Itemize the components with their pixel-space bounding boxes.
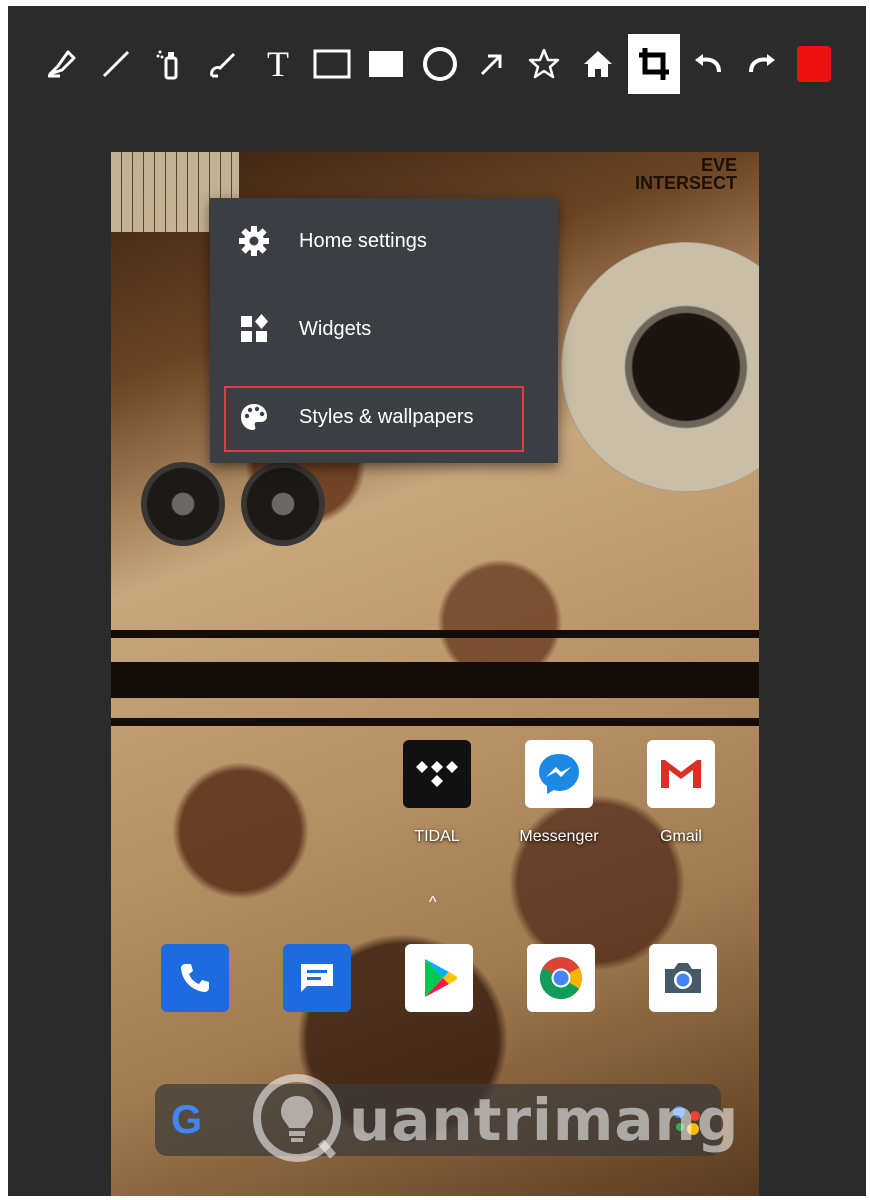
menu-item-home-settings[interactable]: Home settings (210, 200, 558, 282)
widgets-icon (233, 308, 275, 350)
dock-app-chrome[interactable] (521, 944, 601, 1012)
app-gmail[interactable]: Gmail (641, 740, 721, 846)
highlight-box (224, 386, 524, 452)
wallpaper-stripe (111, 630, 759, 638)
redo-icon[interactable] (738, 34, 786, 94)
tidal-icon (403, 740, 471, 808)
brush-icon[interactable] (198, 34, 246, 94)
watermark: uantrimang (251, 1070, 738, 1170)
wallpaper-stripe (111, 662, 759, 698)
dock-app-phone[interactable] (155, 944, 235, 1012)
wallpaper-text-line1: EVE (700, 155, 737, 175)
wallpaper-knob (241, 462, 325, 546)
annotation-toolbar: T (8, 6, 866, 116)
lightbulb-icon (251, 1072, 343, 1169)
app-label: Gmail (660, 828, 702, 845)
app-tidal[interactable]: TIDAL (397, 740, 477, 846)
gmail-icon (647, 740, 715, 808)
app-label: Messenger (519, 828, 599, 845)
dock-app-messages[interactable] (277, 944, 357, 1012)
chrome-icon (527, 944, 595, 1012)
wallpaper-dial (561, 242, 759, 492)
wallpaper-text-line2: INTERSECT (634, 173, 737, 193)
messages-icon (283, 944, 351, 1012)
phone-home-screen: EVE INTERSECT Home settings Widgets Styl… (111, 152, 759, 1196)
wallpaper-corner-text: EVE INTERSECT (635, 156, 737, 192)
spray-icon[interactable] (146, 34, 194, 94)
menu-item-label: Home settings (299, 229, 427, 252)
google-logo-icon: G (171, 1097, 203, 1142)
app-drawer-caret[interactable]: ^ (429, 894, 437, 912)
app-label: TIDAL (414, 828, 460, 845)
rectangle-outline-icon[interactable] (308, 34, 356, 94)
app-messenger[interactable]: Messenger (519, 740, 599, 846)
arrow-icon[interactable] (468, 34, 516, 94)
gear-icon (233, 220, 275, 262)
color-swatch-icon[interactable] (790, 34, 838, 94)
star-icon[interactable] (520, 34, 568, 94)
camera-icon (649, 944, 717, 1012)
crop-icon[interactable] (628, 34, 680, 94)
watermark-text: uantrimang (349, 1086, 740, 1154)
wallpaper-stripe (111, 718, 759, 726)
home-icon[interactable] (574, 34, 622, 94)
menu-item-label: Widgets (299, 317, 372, 340)
play-store-icon (405, 944, 473, 1012)
messenger-icon (525, 740, 593, 808)
dock-app-camera[interactable] (643, 944, 723, 1012)
highlighter-icon[interactable] (38, 34, 86, 94)
text-icon[interactable]: T (254, 34, 302, 94)
home-context-menu: Home settings Widgets Styles & wallpaper… (210, 198, 558, 463)
text-tool-glyph: T (267, 44, 289, 84)
phone-icon (161, 944, 229, 1012)
menu-item-widgets[interactable]: Widgets (210, 288, 558, 370)
undo-icon[interactable] (684, 34, 732, 94)
dock-app-play-store[interactable] (399, 944, 479, 1012)
circle-icon[interactable] (416, 34, 464, 94)
editor-frame: T EVE INTERSECT Home settings Widgets St… (8, 6, 866, 1196)
wallpaper-knob (141, 462, 225, 546)
rectangle-filled-icon[interactable] (362, 34, 410, 94)
line-icon[interactable] (92, 34, 140, 94)
